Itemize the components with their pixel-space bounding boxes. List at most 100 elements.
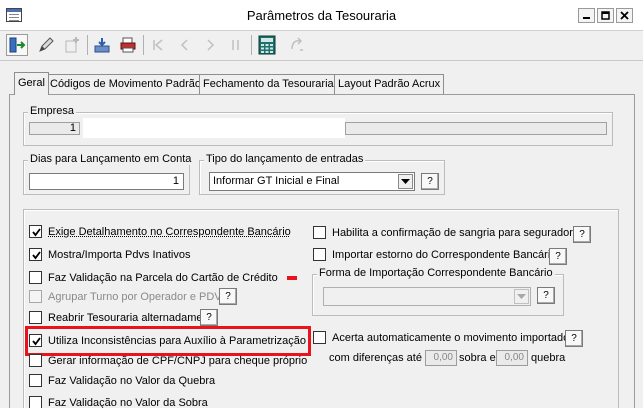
utiliza-inconsistencias-label: Utiliza Inconsistências para Auxílio à P… [48,335,306,347]
forma-importacao-label: Forma de Importação Correspondente Bancá… [317,267,555,279]
print-icon [119,36,137,54]
prev-icon [175,36,193,54]
quebra-value-field[interactable]: 0,00 [496,350,528,366]
quebra-label: quebra [531,352,565,364]
minimize-button[interactable] [578,8,595,23]
reabrir-tesouraria-checkbox[interactable]: Reabrir Tesouraria alternadamente [29,311,218,324]
checkbox-box[interactable] [29,334,42,347]
checkbox-box[interactable] [313,248,326,261]
parametros-window: Parâmetros da Tesouraria Geral Códigos d… [0,0,643,408]
checkmark-icon [31,336,42,347]
exige-detalhamento-label: Exige Detalhamento no Correspondente Ban… [48,226,291,238]
tab-geral[interactable]: Geral [14,72,49,95]
mostra-importa-label: Mostra/Importa Pdvs Inativos [48,249,190,261]
dias-label: Dias para Lançamento em Conta [28,153,193,165]
checkbox-box[interactable] [29,271,42,284]
utiliza-inconsistencias-checkbox[interactable]: Utiliza Inconsistências para Auxílio à P… [29,334,306,347]
refresh-button [286,34,308,56]
empresa-label: Empresa [28,105,76,117]
tipo-label: Tipo do lançamento de entradas [204,153,365,165]
checkbox-box [29,290,42,303]
agrupar-turno-label: Agrupar Turno por Operador e PDV [48,291,222,303]
tab-layout-padrao-acrux[interactable]: Layout Padrão Acrux [334,74,444,94]
next-icon [201,36,219,54]
refresh-icon [288,36,306,54]
sobra-value-field[interactable]: 0,00 [425,350,457,366]
agrupar-turno-help-button[interactable]: ? [219,288,237,305]
forma-importacao-help-button[interactable]: ? [537,287,555,304]
sangria-checkbox[interactable]: Habilita a confirmação de sangria para s… [313,226,579,239]
acerta-automatico-help-button[interactable]: ? [565,330,583,347]
maximize-icon [601,11,610,20]
checkbox-box[interactable] [29,396,42,408]
validacao-parcela-label: Faz Validação na Parcela do Cartão de Cr… [48,272,278,284]
calculator-button[interactable] [256,34,278,56]
edit-button[interactable] [35,34,57,56]
checkmark-icon [31,227,42,238]
checkbox-box[interactable] [313,331,326,344]
checkbox-box[interactable] [29,354,42,367]
dias-field[interactable]: 1 [29,173,184,190]
dropdown-arrow-icon[interactable] [398,174,413,189]
empresa-name-field [345,122,607,135]
validacao-sobra-label: Faz Validação no Valor da Sobra [48,397,208,408]
importar-estorno-checkbox[interactable]: Importar estorno do Correspondente Bancá… [313,248,556,261]
window-controls [578,8,633,23]
importar-estorno-help-button[interactable]: ? [549,248,567,265]
forma-importacao-select [323,287,531,306]
validacao-quebra-label: Faz Validação no Valor da Quebra [48,375,215,387]
gerar-cpf-cnpj-label: Gerar informação de CPF/CNPJ para cheque… [48,355,307,367]
edit-icon [37,36,55,54]
validacao-sobra-checkbox[interactable]: Faz Validação no Valor da Sobra [29,396,208,408]
exige-detalhamento-checkbox[interactable]: Exige Detalhamento no Correspondente Ban… [29,225,291,238]
mostra-importa-checkbox[interactable]: Mostra/Importa Pdvs Inativos [29,248,190,261]
close-icon [620,11,629,20]
checkbox-box[interactable] [313,226,326,239]
exit-button[interactable] [6,34,28,56]
agrupar-turno-checkbox: Agrupar Turno por Operador e PDV [29,290,222,303]
add-button [61,34,83,56]
checkbox-box[interactable] [29,374,42,387]
add-icon [63,36,81,54]
toolbar [0,31,643,61]
save-icon [93,36,111,54]
maximize-button[interactable] [597,8,614,23]
red-marker [287,276,297,280]
last-record-button [225,34,247,56]
gerar-cpf-cnpj-checkbox[interactable]: Gerar informação de CPF/CNPJ para cheque… [29,354,307,367]
tab-fechamento-tesouraria[interactable]: Fechamento da Tesouraria [199,74,338,94]
sobra-label: sobra e [459,352,496,364]
checkbox-box[interactable] [29,311,42,324]
exit-icon [8,36,26,54]
reabrir-tesouraria-label: Reabrir Tesouraria alternadamente [48,312,218,324]
tipo-selected-value: Informar GT Inicial e Final [213,175,339,187]
save-button[interactable] [91,34,113,56]
calculator-icon [257,35,277,55]
checkmark-icon [31,250,42,261]
checkbox-box[interactable] [29,225,42,238]
checkbox-box[interactable] [29,248,42,261]
reabrir-tesouraria-help-button[interactable]: ? [200,309,218,326]
last-icon [227,36,245,54]
first-icon [149,36,167,54]
tipo-select[interactable]: Informar GT Inicial e Final [209,172,415,191]
sangria-label: Habilita a confirmação de sangria para s… [332,227,579,239]
importar-estorno-label: Importar estorno do Correspondente Bancá… [332,249,556,261]
tab-codigos-movimento[interactable]: Códigos de Movimento Padrão [46,74,205,94]
diferencas-label: com diferenças até [329,352,422,364]
tipo-help-button[interactable]: ? [421,173,439,190]
close-button[interactable] [616,8,633,23]
next-record-button [199,34,221,56]
validacao-quebra-checkbox[interactable]: Faz Validação no Valor da Quebra [29,374,215,387]
validacao-parcela-checkbox[interactable]: Faz Validação na Parcela do Cartão de Cr… [29,271,278,284]
window-title: Parâmetros da Tesouraria [0,8,643,23]
acerta-automatico-checkbox[interactable]: Acerta automaticamente o movimento impor… [313,331,569,344]
empresa-name-redacted [83,118,345,138]
dropdown-arrow-icon [514,289,529,304]
sangria-help-button[interactable]: ? [573,226,591,243]
print-button[interactable] [117,34,139,56]
first-record-button [147,34,169,56]
empresa-code-field: 1 [29,122,80,135]
minimize-icon [582,11,591,20]
acerta-automatico-label: Acerta automaticamente o movimento impor… [332,332,569,344]
